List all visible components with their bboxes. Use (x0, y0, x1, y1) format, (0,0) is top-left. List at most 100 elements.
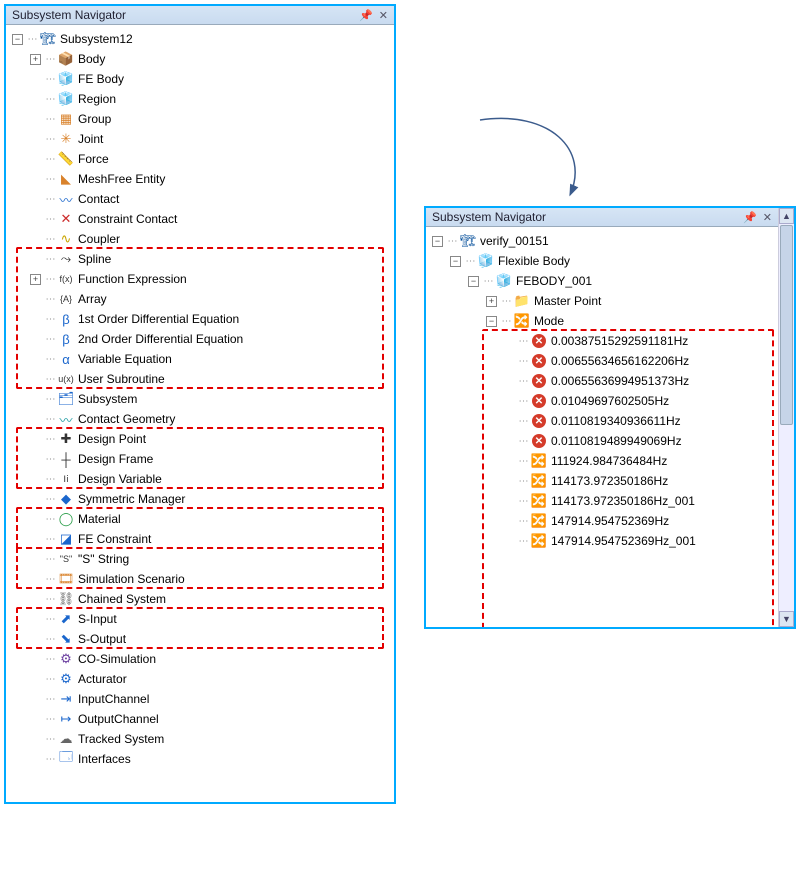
item-icon: ⇥ (58, 691, 74, 707)
tree-item[interactable]: − ⋯ 🧊 FEBODY_001 (430, 271, 774, 291)
tree-item[interactable]: ⋯🗔Interfaces (10, 749, 390, 769)
expand-icon[interactable]: + (486, 296, 497, 307)
mode-item[interactable]: ⋯🔀147914.954752369Hz_001 (430, 531, 774, 551)
mode-item[interactable]: ⋯🔀111924.984736484Hz (430, 451, 774, 471)
close-icon[interactable]: ✕ (763, 211, 772, 224)
left-navigator-panel: Subsystem Navigator 📌 ✕ − ⋯ 🏗 Subsystem1… (4, 4, 396, 804)
item-icon: 📦 (58, 51, 74, 67)
mode-label: 114173.972350186Hz (551, 474, 668, 488)
tree-item[interactable]: ⋯✕Constraint Contact (10, 209, 390, 229)
tree-item[interactable]: ⋯⚙Acturator (10, 669, 390, 689)
collapse-icon[interactable]: − (468, 276, 479, 287)
collapse-icon[interactable]: − (432, 236, 443, 247)
toggle-placeholder (30, 554, 41, 565)
mode-item[interactable]: ⋯✕0.00387515292591181Hz (430, 331, 774, 351)
tree-item[interactable]: ⋯✳Joint (10, 129, 390, 149)
collapse-icon[interactable]: − (486, 316, 497, 327)
scrollbar[interactable]: ▲ ▼ (778, 208, 794, 627)
tree-item[interactable]: ⋯⇥InputChannel (10, 689, 390, 709)
mode-item[interactable]: ⋯🔀114173.972350186Hz (430, 471, 774, 491)
item-label: 1st Order Differential Equation (78, 312, 239, 326)
tree-item[interactable]: ⋯ⅠⅰDesign Variable (10, 469, 390, 489)
item-icon: ⛓ (58, 591, 74, 607)
tree-item[interactable]: ⋯🗂Subsystem (10, 389, 390, 409)
tree-item[interactable]: ⋯⤳ Spline (10, 249, 390, 269)
toggle-placeholder (30, 614, 41, 625)
tree-item[interactable]: +⋯f(x)Function Expression (10, 269, 390, 289)
error-icon: ✕ (532, 354, 546, 368)
tree-connector: ⋯ (45, 274, 56, 285)
item-label: Spline (78, 252, 111, 266)
scroll-down-icon[interactable]: ▼ (779, 611, 794, 627)
pin-icon[interactable]: 📌 (743, 211, 757, 224)
tree-item[interactable]: ⋯"S""S" String (10, 549, 390, 569)
tree-item[interactable]: ⋯αVariable Equation (10, 349, 390, 369)
toggle-placeholder (30, 514, 41, 525)
scroll-thumb[interactable] (780, 225, 793, 425)
collapse-icon[interactable]: − (12, 34, 23, 45)
tree-item[interactable]: ⋯☁Tracked System (10, 729, 390, 749)
tree-item[interactable]: +⋯📦Body (10, 49, 390, 69)
mode-label: 0.00655636994951373Hz (551, 374, 689, 388)
tree-item[interactable]: ⋯🧊FE Body (10, 69, 390, 89)
expand-icon[interactable]: + (30, 274, 41, 285)
tree-item[interactable]: ⋯✚Design Point (10, 429, 390, 449)
tree-item[interactable]: ⋯u(x)User Subroutine (10, 369, 390, 389)
mode-item[interactable]: ⋯🔀114173.972350186Hz_001 (430, 491, 774, 511)
tree-connector: ⋯ (45, 254, 56, 265)
tree-root[interactable]: − ⋯ 🏗 Subsystem12 (10, 29, 390, 49)
toggle-placeholder (30, 334, 41, 345)
expand-icon[interactable]: + (30, 54, 41, 65)
mode-item[interactable]: ⋯✕0.01049697602505Hz (430, 391, 774, 411)
error-icon-wrap: ✕ (531, 433, 547, 449)
close-icon[interactable]: ✕ (379, 9, 388, 22)
tree-item[interactable]: ⋯〰Contact Geometry (10, 409, 390, 429)
tree-item[interactable]: ⋯◯Material (10, 509, 390, 529)
tree-item[interactable]: ⋯∿Coupler (10, 229, 390, 249)
tree-connector: ⋯ (518, 336, 529, 347)
tree-item[interactable]: ⋯⬊S-Output (10, 629, 390, 649)
tree-item[interactable]: ⋯⬈S-Input (10, 609, 390, 629)
tree-item[interactable]: ⋯〰Contact (10, 189, 390, 209)
collapse-icon[interactable]: − (450, 256, 461, 267)
item-label: Material (78, 512, 121, 526)
scroll-up-icon[interactable]: ▲ (779, 208, 794, 224)
mode-item[interactable]: ⋯✕0.0110819340936611Hz (430, 411, 774, 431)
toggle-placeholder (30, 394, 41, 405)
item-label: Chained System (78, 592, 166, 606)
mode-item[interactable]: ⋯✕0.0110819489949069Hz (430, 431, 774, 451)
item-icon: ◣ (58, 171, 74, 187)
tree-item[interactable]: ⋯↦OutputChannel (10, 709, 390, 729)
pin-icon[interactable]: 📌 (359, 9, 373, 22)
tree-item[interactable]: ⋯{A}Array (10, 289, 390, 309)
tree-root[interactable]: − ⋯ 🏗 verify_00151 (430, 231, 774, 251)
error-icon: ✕ (532, 434, 546, 448)
item-icon: ⤳ (58, 251, 74, 267)
tree-item[interactable]: ⋯β1st Order Differential Equation (10, 309, 390, 329)
tree-item[interactable]: ⋯◆Symmetric Manager (10, 489, 390, 509)
tree-item[interactable]: ⋯┼Design Frame (10, 449, 390, 469)
toggle-placeholder (30, 154, 41, 165)
mode-item[interactable]: ⋯🔀147914.954752369Hz (430, 511, 774, 531)
tree-item[interactable]: ⋯▦Group (10, 109, 390, 129)
tree-item[interactable]: ⋯📏Force (10, 149, 390, 169)
tree-item[interactable]: − ⋯ 🔀 Mode (430, 311, 774, 331)
left-titlebar: Subsystem Navigator 📌 ✕ (6, 6, 394, 25)
tree-item[interactable]: ⋯🎞Simulation Scenario (10, 569, 390, 589)
mode-item[interactable]: ⋯✕0.00655636994951373Hz (430, 371, 774, 391)
toggle-placeholder (30, 534, 41, 545)
toggle-placeholder (30, 734, 41, 745)
mode-item[interactable]: ⋯✕0.00655634656162206Hz (430, 351, 774, 371)
tree-item[interactable]: ⋯⛓Chained System (10, 589, 390, 609)
tree-item[interactable]: ⋯⚙CO-Simulation (10, 649, 390, 669)
tree-item[interactable]: − ⋯ 🧊 Flexible Body (430, 251, 774, 271)
tree-item[interactable]: ⋯β2nd Order Differential Equation (10, 329, 390, 349)
tree-item[interactable]: ⋯◪FE Constraint (10, 529, 390, 549)
tree-item[interactable]: + ⋯ 📁 Master Point (430, 291, 774, 311)
item-label: InputChannel (78, 692, 149, 706)
tree-item[interactable]: ⋯◣MeshFree Entity (10, 169, 390, 189)
error-icon-wrap: ✕ (531, 373, 547, 389)
item-icon: 🗔 (58, 751, 74, 767)
tree-item[interactable]: ⋯🧊Region (10, 89, 390, 109)
tree-connector: ⋯ (45, 234, 56, 245)
